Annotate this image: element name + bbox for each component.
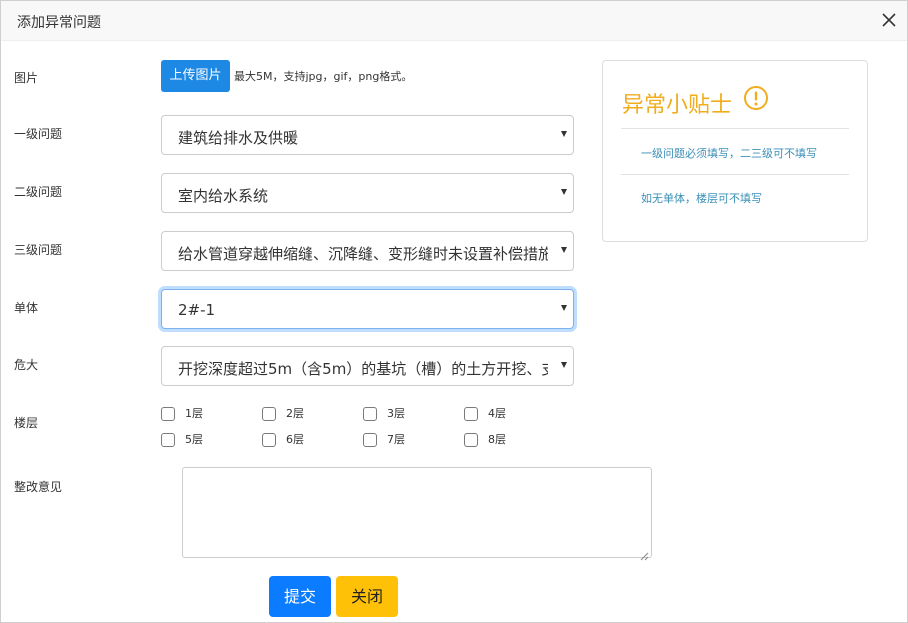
- exclamation-circle-icon: [743, 85, 769, 111]
- chevron-down-icon: [561, 131, 567, 137]
- danger-selected-value: 开挖深度超过5m（含5m）的基坑（槽）的土方开挖、支护、降水工程: [178, 360, 548, 378]
- level3-selected-value: 给水管道穿越伸缩缝、沉降缝、变形缝时未设置补偿措施: [178, 245, 548, 263]
- unit-label: 单体: [14, 301, 39, 315]
- floor-checkbox-label: 1层: [185, 407, 203, 420]
- level2-selected-value: 室内给水系统: [178, 187, 269, 205]
- level3-select[interactable]: 给水管道穿越伸缩缝、沉降缝、变形缝时未设置补偿措施: [161, 231, 574, 271]
- close-icon[interactable]: [879, 10, 899, 30]
- tips-divider: [621, 174, 849, 175]
- floor-checkbox-label: 5层: [185, 433, 203, 446]
- level1-selected-value: 建筑给排水及供暖: [178, 129, 299, 147]
- unit-selected-value: 2#-1: [178, 301, 216, 319]
- add-issue-dialog: 添加异常问题 图片 上传图片 最大5M，支持jpg，gif，png格式。 一级问…: [0, 0, 908, 623]
- tips-divider: [621, 128, 849, 129]
- tips-line-2: 如无单体，楼层可不填写: [641, 192, 762, 205]
- floor-checkbox-label: 6层: [286, 433, 304, 446]
- chevron-down-icon: [561, 362, 567, 368]
- submit-button[interactable]: 提交: [269, 576, 331, 617]
- floor-label: 楼层: [14, 416, 39, 430]
- chevron-down-icon: [561, 305, 567, 311]
- resize-grip-icon[interactable]: [640, 546, 649, 561]
- checkbox[interactable]: [262, 433, 276, 447]
- level2-select[interactable]: 室内给水系统: [161, 173, 574, 213]
- floor-checkbox-label: 2层: [286, 407, 304, 420]
- dialog-title: 添加异常问题: [17, 15, 101, 31]
- checkbox[interactable]: [262, 407, 276, 421]
- level2-label: 二级问题: [14, 185, 63, 199]
- level1-label: 一级问题: [14, 127, 63, 141]
- checkbox[interactable]: [464, 407, 478, 421]
- rectify-textarea[interactable]: [182, 467, 652, 561]
- upload-image-button[interactable]: 上传图片: [161, 60, 230, 92]
- image-label: 图片: [14, 71, 39, 85]
- tips-line-1: 一级问题必须填写，二三级可不填写: [641, 147, 817, 160]
- floor-checkbox-label: 7层: [387, 433, 405, 446]
- checkbox[interactable]: [161, 407, 175, 421]
- close-button[interactable]: 关闭: [336, 576, 398, 617]
- checkbox[interactable]: [464, 433, 478, 447]
- chevron-down-icon: [561, 247, 567, 253]
- checkbox[interactable]: [363, 407, 377, 421]
- dialog-titlebar: 添加异常问题: [1, 1, 907, 41]
- danger-select[interactable]: 开挖深度超过5m（含5m）的基坑（槽）的土方开挖、支护、降水工程: [161, 346, 574, 386]
- floor-checkbox-label: 3层: [387, 407, 405, 420]
- level1-select[interactable]: 建筑给排水及供暖: [161, 115, 574, 155]
- level3-label: 三级问题: [14, 243, 63, 257]
- floor-checkbox-label: 8层: [488, 433, 506, 446]
- floor-checkbox-label: 4层: [488, 407, 506, 420]
- upload-hint: 最大5M，支持jpg，gif，png格式。: [234, 70, 413, 83]
- checkbox[interactable]: [363, 433, 377, 447]
- checkbox[interactable]: [161, 433, 175, 447]
- chevron-down-icon: [561, 189, 567, 195]
- danger-label: 危大: [14, 358, 39, 372]
- rectify-label: 整改意见: [14, 480, 63, 494]
- tips-title: 异常小贴士: [622, 93, 733, 118]
- tips-panel: 异常小贴士 一级问题必须填写，二三级可不填写 如无单体，楼层可不填写: [602, 60, 868, 242]
- unit-select[interactable]: 2#-1: [161, 289, 574, 329]
